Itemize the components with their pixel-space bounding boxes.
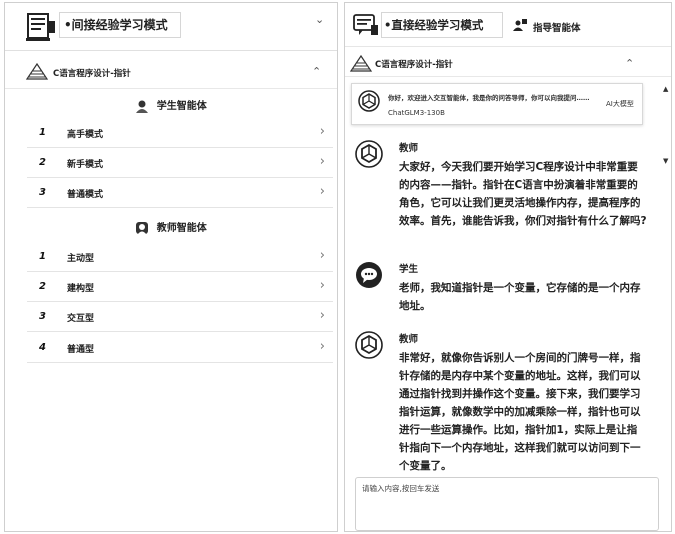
right-course-title: C语言程序设计-指针 xyxy=(375,60,453,70)
chevron-right-icon: › xyxy=(319,248,325,263)
indirect-learning-panel: •间接经验学习模式 ⌄ C语言程序设计-指针 ⌃ 学生智能体 1 高手模式 › … xyxy=(4,2,338,532)
student-mode-item[interactable]: 1 高手模式 › xyxy=(27,119,333,148)
item-label: 普通型 xyxy=(67,345,95,355)
chevron-down-icon[interactable]: ⌄ xyxy=(315,13,324,26)
scroll-up-arrow[interactable]: ▲ xyxy=(663,85,668,93)
chat-window-icon xyxy=(353,14,378,35)
left-course-title: C语言程序设计-指针 xyxy=(53,69,131,79)
message-role: 教师 xyxy=(399,143,419,154)
chat-message: 教师 非常好，就像你告诉别人一个房间的门牌号一样，指针存储的是内存中某个变量的地… xyxy=(355,331,655,472)
teacher-agent-title: 教师智能体 xyxy=(156,223,207,234)
teacher-type-item[interactable]: 1 主动型 › xyxy=(27,243,333,272)
model-info-card: 你好，欢迎进入交互智能体，我是你的问答导师，你可以向我提问…… ChatGLM3… xyxy=(351,83,643,125)
direct-mode-title[interactable]: •直接经验学习模式 xyxy=(381,12,503,38)
guide-agent-tab[interactable]: 指导智能体 xyxy=(533,20,581,34)
direct-learning-panel: •直接经验学习模式 指导智能体 C语言程序设计-指针 ⌃ 你好，欢迎进入交互智能… xyxy=(344,2,672,532)
teacher-type-item[interactable]: 3 交互型 › xyxy=(27,303,333,332)
message-role: 学生 xyxy=(399,264,419,275)
message-role: 教师 xyxy=(399,334,419,345)
teacher-avatar-icon xyxy=(136,222,149,234)
monitor-document-icon xyxy=(26,13,55,41)
indirect-mode-header[interactable]: •间接经验学习模式 ⌄ xyxy=(5,3,337,51)
student-agent-title: 学生智能体 xyxy=(156,101,207,112)
item-label: 主动型 xyxy=(67,254,95,264)
chevron-right-icon: › xyxy=(319,278,325,293)
chevron-right-icon: › xyxy=(319,339,325,354)
teacher-ai-avatar-icon xyxy=(355,140,383,168)
left-course-row[interactable]: C语言程序设计-指针 ⌃ xyxy=(5,55,337,89)
model-greeting: 你好，欢迎进入交互智能体，我是你的问答导师，你可以向我提问…… xyxy=(388,94,590,102)
item-label: 高手模式 xyxy=(67,130,104,140)
student-mode-item[interactable]: 2 新手模式 › xyxy=(27,149,333,178)
mountain-logo-icon xyxy=(25,62,49,80)
item-label: 建构型 xyxy=(67,284,95,294)
item-number: 1 xyxy=(39,251,46,262)
teacher-ai-avatar-icon xyxy=(355,331,383,359)
teacher-type-item[interactable]: 2 建构型 › xyxy=(27,273,333,302)
chevron-up-icon[interactable]: ⌃ xyxy=(625,57,634,70)
scroll-down-arrow[interactable]: ▼ xyxy=(663,157,668,165)
guide-agent-icon xyxy=(513,19,527,31)
chevron-right-icon: › xyxy=(319,184,325,199)
chevron-right-icon: › xyxy=(319,124,325,139)
student-mode-item[interactable]: 3 普通模式 › xyxy=(27,179,333,208)
chevron-up-icon[interactable]: ⌃ xyxy=(312,65,321,78)
item-number: 4 xyxy=(39,342,46,353)
chevron-right-icon: › xyxy=(319,154,325,169)
item-number: 2 xyxy=(39,157,46,168)
item-number: 2 xyxy=(39,281,46,292)
item-label: 普通模式 xyxy=(67,190,104,200)
model-name: ChatGLM3-130B xyxy=(388,109,445,117)
chat-message: 学生 老师，我知道指针是一个变量，它存储的是一个内存地址。 xyxy=(355,261,655,321)
indirect-mode-title: •间接经验学习模式 xyxy=(59,12,181,38)
direct-mode-header: •直接经验学习模式 指导智能体 xyxy=(345,3,671,47)
mountain-logo-icon xyxy=(349,54,373,72)
message-text: 大家好，今天我们要开始学习C程序设计中非常重要的内容——指针。指针在C语言中扮演… xyxy=(399,161,647,227)
item-label: 新手模式 xyxy=(67,160,104,170)
item-number: 3 xyxy=(39,187,46,198)
chevron-right-icon: › xyxy=(319,308,325,323)
chat-input-container xyxy=(355,477,659,531)
student-chat-avatar-icon xyxy=(356,262,382,288)
openai-logo-icon xyxy=(358,90,380,112)
message-text: 老师，我知道指针是一个变量，它存储的是一个内存地址。 xyxy=(399,282,641,312)
item-label: 交互型 xyxy=(67,314,95,324)
model-badge: AI大模型 xyxy=(606,100,634,108)
chat-input[interactable] xyxy=(356,478,658,530)
student-agent-heading: 学生智能体 xyxy=(5,97,337,113)
student-avatar-icon xyxy=(136,100,149,113)
right-course-row[interactable]: C语言程序设计-指针 ⌃ xyxy=(345,49,671,77)
teacher-agent-heading: 教师智能体 xyxy=(5,219,337,235)
message-text: 非常好，就像你告诉别人一个房间的门牌号一样，指针存储的是内存中某个变量的地址。这… xyxy=(399,352,641,472)
item-number: 1 xyxy=(39,127,46,138)
item-number: 3 xyxy=(39,311,46,322)
chat-message: 教师 大家好，今天我们要开始学习C程序设计中非常重要的内容——指针。指针在C语言… xyxy=(355,140,655,252)
teacher-type-item[interactable]: 4 普通型 › xyxy=(27,334,333,363)
